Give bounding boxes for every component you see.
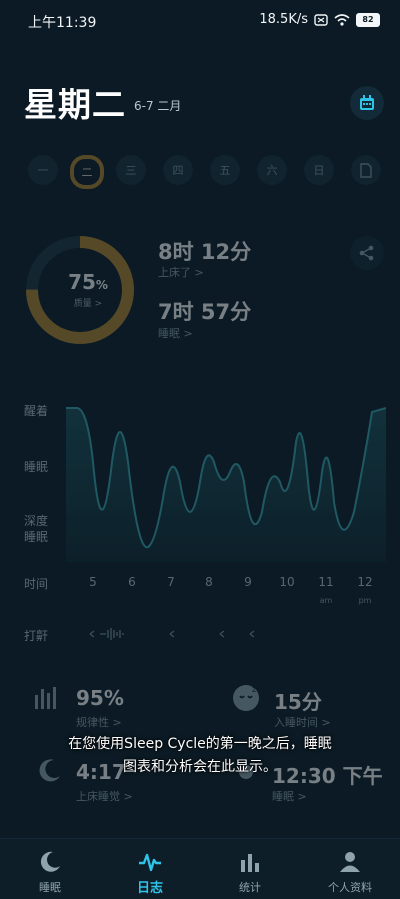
regularity-link[interactable]: 规律性 > [76, 714, 122, 730]
bottom-nav: 睡眠 日志 统计 个人资料 [0, 838, 400, 899]
asleep-value: 7时 57分 [158, 300, 252, 324]
time-tick: 12 [357, 575, 373, 589]
day-button-fri[interactable]: 五 [210, 155, 240, 185]
document-icon [360, 162, 372, 178]
nav-sleep-label: 睡眠 [39, 881, 61, 894]
page-title: 星期二 [24, 85, 126, 124]
quality-value: 75% [68, 270, 108, 294]
time-tick: 11 [318, 575, 334, 589]
graph-label-awake: 醒着 [24, 404, 49, 418]
time-tick: 8 [205, 575, 213, 589]
fall-asleep-icon: z [233, 685, 259, 711]
day-button-wed[interactable]: 三 [116, 155, 146, 185]
day-button-sat[interactable]: 六 [257, 155, 287, 185]
nav-statistics[interactable]: 统计 [200, 839, 300, 899]
time-tick: 6 [128, 575, 136, 589]
battery-icon: 82 [356, 12, 380, 27]
time-axis-title: 时间 [24, 577, 49, 591]
day-button-sun[interactable]: 日 [304, 155, 334, 185]
regularity-value: 95% [76, 686, 124, 710]
day-button-mon[interactable]: 一 [28, 155, 58, 185]
time-tick: 9 [244, 575, 252, 589]
quality-label: 质量 > [73, 299, 103, 309]
bedtime-link[interactable]: 上床睡觉 > [76, 788, 133, 804]
calendar-button[interactable] [350, 86, 384, 120]
nav-profile[interactable]: 个人资料 [300, 839, 400, 899]
sim-icon [314, 13, 328, 26]
share-icon [359, 245, 374, 261]
nav-statistics-label: 统计 [239, 881, 261, 894]
nav-sleep[interactable]: 睡眠 [0, 839, 100, 899]
empty-state-message: 在您使用Sleep Cycle的第一晚之后，睡眠 图表和分析会在此显示。 [40, 733, 360, 779]
share-button[interactable] [350, 236, 384, 270]
status-right: 18.5K/s 82 [259, 12, 380, 27]
fall-asleep-link[interactable]: 入睡时间 > [274, 714, 331, 730]
network-speed: 18.5K/s [259, 12, 308, 27]
day-button-thu[interactable]: 四 [163, 155, 193, 185]
notes-button[interactable] [351, 155, 381, 185]
day-selector: 一 二 三 四 五 六 日 [28, 155, 388, 191]
graph-label-sleep: 睡眠 [24, 460, 49, 474]
time-tick: 7 [167, 575, 175, 589]
regularity-icon [35, 687, 56, 709]
moon-icon [40, 851, 60, 872]
day-button-tue[interactable]: 二 [70, 155, 104, 189]
nav-journal[interactable]: 日志 [100, 839, 200, 899]
date-range: 6-7 二月 [134, 99, 182, 113]
time-tick: 5 [89, 575, 97, 589]
in-bed-value: 8时 12分 [158, 240, 252, 264]
snore-track [89, 628, 255, 640]
status-time: 上午11:39 [28, 15, 97, 31]
time-tick: 10 [279, 575, 295, 589]
time-tick-pm: pm [358, 596, 372, 605]
person-icon [340, 852, 360, 872]
sleep-graph-area [66, 407, 386, 562]
sleep-graph [66, 407, 386, 562]
bar-chart-icon [241, 854, 259, 872]
wifi-icon [334, 13, 350, 26]
graph-label-deep: 深度 [24, 514, 49, 528]
time-tick-am: am [319, 596, 333, 605]
nav-journal-label: 日志 [136, 881, 163, 896]
asleep-link[interactable]: 睡眠 > [158, 325, 193, 341]
nav-profile-label: 个人资料 [328, 881, 372, 894]
fall-asleep-value: 15分 [274, 690, 322, 714]
wake-link[interactable]: 睡眠 > [272, 788, 307, 804]
snore-label: 打鼾 [24, 629, 49, 643]
status-bar: 上午11:39 18.5K/s 82 [0, 0, 400, 40]
calendar-icon [360, 95, 374, 110]
graph-label-deep-sleep: 睡眠 [24, 530, 49, 544]
in-bed-link[interactable]: 上床了 > [158, 264, 204, 280]
empty-state-line1: 在您使用Sleep Cycle的第一晚之后，睡眠 [68, 736, 332, 752]
pulse-icon [139, 853, 161, 872]
svg-text:z: z [252, 685, 256, 694]
empty-state-line2: 图表和分析会在此显示。 [123, 759, 277, 775]
